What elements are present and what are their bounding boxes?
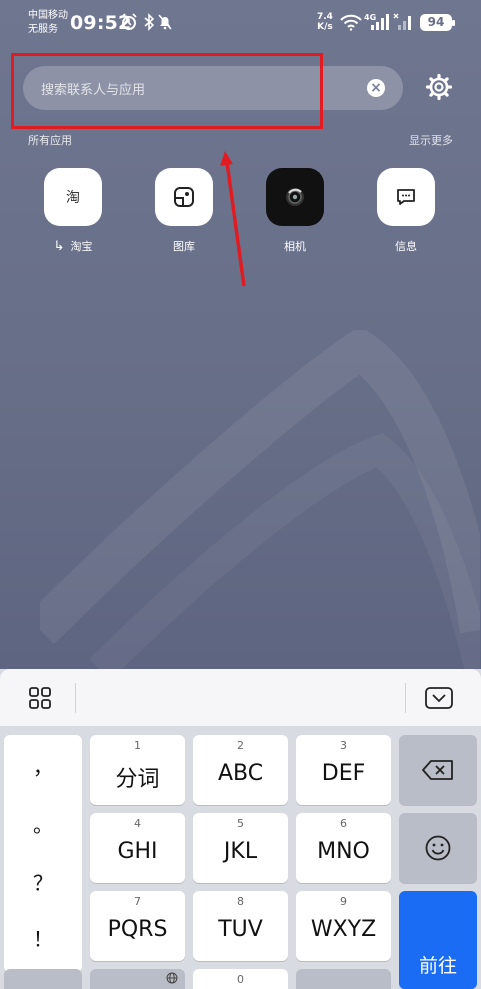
keyboard-toolbar bbox=[0, 669, 481, 726]
key-number: 2 bbox=[237, 739, 244, 752]
key-7[interactable]: 7 PQRS bbox=[90, 891, 185, 961]
wallpaper-curve bbox=[40, 330, 480, 670]
toolbar-divider bbox=[75, 683, 76, 713]
key-label: JKL bbox=[223, 839, 258, 864]
camera-app-icon[interactable] bbox=[266, 168, 324, 226]
gallery-icon bbox=[174, 187, 194, 207]
key-number: 8 bbox=[237, 895, 244, 908]
punct-key-question[interactable]: ？ bbox=[4, 867, 82, 896]
mute-bell-icon bbox=[158, 14, 172, 30]
emoji-key[interactable] bbox=[399, 813, 477, 883]
search-bar[interactable]: 搜索联系人与应用 × bbox=[23, 66, 403, 110]
key-label: PQRS bbox=[107, 917, 168, 942]
all-apps-title: 所有应用 bbox=[28, 134, 72, 147]
symbols-key[interactable] bbox=[4, 969, 82, 989]
punct-key-comma[interactable]: ， bbox=[4, 751, 82, 780]
key-number: 5 bbox=[237, 817, 244, 830]
app-messages[interactable]: 信息 bbox=[366, 168, 446, 254]
taobao-app-icon[interactable]: 淘 bbox=[44, 168, 102, 226]
key-label: MNO bbox=[317, 839, 370, 864]
key-label: WXYZ bbox=[310, 917, 377, 942]
status-bar: 中国移动 无服务 09:52 7.4 K/s 4G 94 bbox=[0, 0, 481, 46]
app-taobao[interactable]: 淘 ↳ 淘宝 bbox=[33, 168, 113, 254]
key-4[interactable]: 4 GHI bbox=[90, 813, 185, 883]
keyboard-menu-grid-icon[interactable] bbox=[28, 686, 52, 710]
punct-key-period[interactable]: 。 bbox=[4, 809, 82, 838]
go-key[interactable]: 前往 bbox=[399, 891, 477, 989]
app-gallery[interactable]: 图库 bbox=[144, 168, 224, 254]
gear-icon[interactable] bbox=[424, 72, 454, 102]
keyboard-collapse-icon[interactable] bbox=[424, 686, 454, 710]
network-speed-unit: K/s bbox=[317, 22, 333, 32]
key-label: GHI bbox=[117, 839, 158, 864]
key-0[interactable]: 0 bbox=[193, 969, 288, 989]
key-8[interactable]: 8 TUV bbox=[193, 891, 288, 961]
app-label-messages: 信息 bbox=[395, 240, 417, 253]
carrier-info: 中国移动 无服务 bbox=[28, 9, 68, 37]
search-input[interactable]: 搜索联系人与应用 bbox=[41, 79, 145, 98]
key-number: 9 bbox=[340, 895, 347, 908]
punctuation-column[interactable]: ， 。 ？ ！ bbox=[4, 735, 82, 973]
redirect-arrow-icon: ↳ bbox=[53, 239, 65, 254]
gallery-app-icon[interactable] bbox=[155, 168, 213, 226]
go-key-label: 前往 bbox=[418, 955, 457, 977]
messages-app-icon[interactable] bbox=[377, 168, 435, 226]
globe-icon bbox=[166, 972, 178, 984]
language-key[interactable] bbox=[90, 969, 185, 989]
key-1[interactable]: 1 分词 bbox=[90, 735, 185, 805]
key-5[interactable]: 5 JKL bbox=[193, 813, 288, 883]
key-number: 0 bbox=[237, 973, 244, 986]
alarm-icon bbox=[121, 13, 137, 30]
key-6[interactable]: 6 MNO bbox=[296, 813, 391, 883]
key-3[interactable]: 3 DEF bbox=[296, 735, 391, 805]
message-bubble-icon bbox=[397, 189, 415, 205]
app-label-camera: 相机 bbox=[284, 240, 306, 253]
clear-search-icon[interactable]: × bbox=[367, 79, 385, 97]
network-speed: 7.4 K/s bbox=[317, 12, 333, 32]
keyboard: ， 。 ？ ！ 1 分词 2 ABC 3 DEF 4 GHI 5 JKL 6 M… bbox=[0, 669, 481, 989]
no-sim-signal-icon bbox=[393, 13, 411, 30]
punct-key-exclamation[interactable]: ！ bbox=[4, 923, 82, 952]
key-label: ABC bbox=[217, 761, 264, 786]
carrier-name: 中国移动 bbox=[28, 10, 68, 21]
show-more-link[interactable]: 显示更多 bbox=[409, 132, 453, 148]
carrier-service: 无服务 bbox=[28, 24, 58, 35]
key-9[interactable]: 9 WXYZ bbox=[296, 891, 391, 961]
taobao-glyph: 淘 bbox=[66, 190, 80, 206]
backspace-icon bbox=[422, 760, 453, 780]
app-label-text: 淘宝 bbox=[70, 240, 93, 253]
network-speed-value: 7.4 bbox=[317, 12, 333, 22]
key-number: 6 bbox=[340, 817, 347, 830]
key-number: 3 bbox=[340, 739, 347, 752]
app-label-gallery: 图库 bbox=[173, 240, 195, 253]
toolbar-divider bbox=[405, 683, 406, 713]
battery-indicator: 94 bbox=[420, 14, 455, 31]
backspace-key[interactable] bbox=[399, 735, 477, 805]
app-camera[interactable]: 相机 bbox=[255, 168, 335, 254]
signal-icon bbox=[371, 14, 389, 30]
emoji-icon bbox=[425, 835, 451, 861]
key-label: DEF bbox=[321, 761, 366, 786]
key-label: TUV bbox=[218, 917, 263, 942]
key-number: 4 bbox=[134, 817, 141, 830]
key-2[interactable]: 2 ABC bbox=[193, 735, 288, 805]
app-label-taobao: ↳ 淘宝 bbox=[33, 238, 113, 254]
switch-key[interactable] bbox=[296, 969, 391, 989]
key-number: 1 bbox=[134, 739, 141, 752]
camera-lens-icon bbox=[286, 188, 304, 206]
key-label: 分词 bbox=[115, 767, 160, 792]
key-number: 7 bbox=[134, 895, 141, 908]
wifi-icon bbox=[340, 14, 362, 31]
